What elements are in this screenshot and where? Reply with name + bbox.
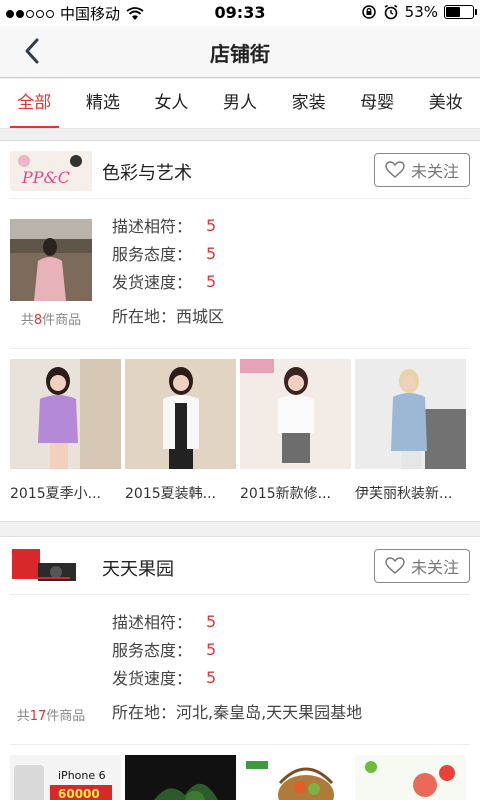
follow-label: 未关注: [410, 558, 459, 577]
follow-button[interactable]: 未关注: [374, 549, 470, 583]
product-image[interactable]: [355, 359, 466, 469]
count-number: 8: [33, 313, 43, 328]
status-bar: 中国移动 09:33 53%: [0, 0, 480, 26]
shop-location: 所在地：河北,秦皇岛,天天果园基地: [112, 703, 363, 722]
follow-label: 未关注: [410, 162, 459, 181]
heart-icon: [385, 161, 405, 178]
product-image[interactable]: [125, 755, 236, 800]
product-count: 共8件商品: [10, 309, 92, 328]
product-strip: iPhone 6 60000: [0, 745, 480, 800]
product-image[interactable]: [240, 755, 351, 800]
tab-3[interactable]: 男人: [206, 79, 275, 128]
shop-logo[interactable]: [10, 547, 92, 587]
price-label: 60000: [58, 787, 100, 800]
shop-header: PP&C 色彩与艺术 未关注: [10, 141, 470, 199]
count-suffix: 件商品: [46, 709, 86, 724]
svg-text:PP&C: PP&C: [21, 168, 70, 187]
tab-5[interactable]: 母婴: [343, 79, 412, 128]
heart-icon: [385, 557, 405, 574]
tab-0[interactable]: 全部: [0, 79, 69, 128]
rating-value: 5: [206, 271, 217, 291]
follow-button[interactable]: 未关注: [374, 153, 470, 187]
tab-2[interactable]: 女人: [137, 79, 206, 128]
shop-location: 所在地：西城区: [112, 307, 225, 326]
product-image[interactable]: [355, 755, 466, 800]
rating-value: 5: [206, 639, 217, 659]
shop-header: 天天果园 未关注: [10, 537, 470, 595]
rating-value: 5: [206, 667, 217, 687]
shop-logo[interactable]: PP&C: [10, 151, 92, 191]
shop-card: 天天果园 未关注 共17件商品 描述相符： 5 服务态度： 5 发货速度： 5 …: [0, 536, 480, 800]
rating-label: 服务态度：: [112, 641, 193, 660]
rating-label: 描述相符：: [112, 217, 193, 236]
page-title: 店铺街: [210, 42, 270, 66]
rating-label: 发货速度：: [112, 669, 193, 688]
rating-shipping: 发货速度： 5: [112, 267, 216, 295]
shop-name[interactable]: 天天果园: [102, 555, 174, 581]
battery-icon: [444, 5, 477, 19]
tab-4[interactable]: 家装: [274, 79, 343, 128]
product-title[interactable]: 2015夏季小...: [10, 483, 121, 503]
count-prefix: 共: [20, 313, 34, 328]
category-tabs: 全部 精选 女人 男人 家装 母婴 美妆: [0, 79, 480, 129]
tab-6[interactable]: 美妆: [411, 79, 480, 128]
product-image[interactable]: [240, 359, 351, 469]
rating-value: 5: [206, 243, 217, 263]
product-count: 共17件商品: [10, 705, 92, 724]
shop-thumbnail[interactable]: [10, 219, 92, 301]
rating-service: 服务态度： 5: [112, 239, 216, 267]
rating-label: 服务态度：: [112, 245, 193, 264]
rating-description: 描述相符： 5: [112, 607, 216, 635]
shop-name[interactable]: 色彩与艺术: [102, 159, 192, 185]
product-title[interactable]: 伊芙丽秋装新...: [355, 483, 466, 503]
count-prefix: 共: [16, 709, 30, 724]
shop-summary: 共8件商品 描述相符： 5 服务态度： 5 发货速度： 5 所在地：西城区: [10, 199, 470, 349]
product-image[interactable]: [10, 359, 121, 469]
battery-fill: [446, 7, 460, 17]
count-suffix: 件商品: [42, 313, 82, 328]
navigation-bar: 店铺街: [0, 26, 480, 78]
count-number: 17: [29, 709, 47, 724]
phone-label: iPhone 6: [58, 769, 106, 782]
status-right: 53%: [361, 3, 477, 21]
rating-value: 5: [206, 611, 217, 631]
rating-label: 描述相符：: [112, 613, 193, 632]
rating-value: 5: [206, 215, 217, 235]
product-item[interactable]: 2015夏季小...: [10, 359, 121, 521]
shop-list: PP&C 色彩与艺术 未关注 共8件商品 描述相符： 5 服务态度： 5 发货速…: [0, 140, 480, 800]
shop-card: PP&C 色彩与艺术 未关注 共8件商品 描述相符： 5 服务态度： 5 发货速…: [0, 140, 480, 522]
product-item[interactable]: 2015夏装韩...: [125, 359, 236, 521]
product-title[interactable]: 2015新款修...: [240, 483, 351, 503]
product-item[interactable]: 2015新款修...: [240, 359, 351, 521]
rating-label: 发货速度：: [112, 273, 193, 292]
rating-description: 描述相符： 5: [112, 211, 216, 239]
product-strip: 2015夏季小... 2015夏装韩... 2015新款修... 伊芙丽秋装新.…: [0, 349, 480, 521]
rating-shipping: 发货速度： 5: [112, 663, 216, 691]
rotation-lock-icon: [361, 5, 376, 19]
rating-service: 服务态度： 5: [112, 635, 216, 663]
alarm-icon: [384, 4, 398, 20]
battery-percent: 53%: [404, 3, 438, 21]
tab-1[interactable]: 精选: [69, 79, 138, 128]
product-image[interactable]: [125, 359, 236, 469]
product-title[interactable]: 2015夏装韩...: [125, 483, 236, 503]
shop-summary: 共17件商品 描述相符： 5 服务态度： 5 发货速度： 5 所在地：河北,秦皇岛,天…: [10, 595, 470, 745]
shop-ratings: 描述相符： 5 服务态度： 5 发货速度： 5: [112, 211, 216, 295]
product-image[interactable]: iPhone 6 60000: [10, 755, 121, 800]
shop-ratings: 描述相符： 5 服务态度： 5 发货速度： 5: [112, 607, 216, 691]
product-item[interactable]: 伊芙丽秋装新...: [355, 359, 466, 521]
